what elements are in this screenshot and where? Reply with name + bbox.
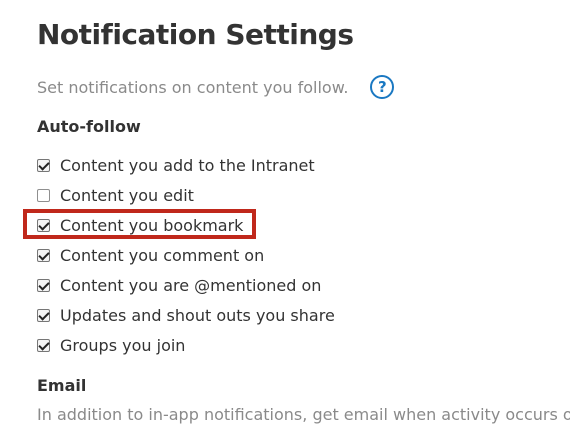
auto-follow-heading: Auto-follow [37,117,141,136]
auto-follow-item-content-bookmarked[interactable]: Content you bookmark [37,210,335,240]
checkbox[interactable] [37,278,50,292]
checkbox-label[interactable]: Content you are @mentioned on [60,276,321,295]
page-title: Notification Settings [37,18,354,51]
checkbox-label[interactable]: Content you comment on [60,246,264,265]
auto-follow-item-updates-shared[interactable]: Updates and shout outs you share [37,300,335,330]
email-heading: Email [37,376,87,395]
checkbox[interactable] [37,248,50,262]
checkbox-label[interactable]: Updates and shout outs you share [60,306,335,325]
checkbox[interactable] [37,158,50,172]
checkbox[interactable] [37,308,50,322]
email-description: In addition to in-app notifications, get… [37,405,570,424]
checkbox[interactable] [37,188,50,202]
checkbox[interactable] [37,338,50,352]
checkbox[interactable] [37,218,50,232]
auto-follow-item-content-commented[interactable]: Content you comment on [37,240,335,270]
checkbox-label[interactable]: Content you edit [60,186,194,205]
auto-follow-list: Content you add to the Intranet Content … [37,150,335,360]
auto-follow-item-content-edited[interactable]: Content you edit [37,180,335,210]
intro-row: Set notifications on content you follow.… [37,73,395,101]
checkbox-label[interactable]: Groups you join [60,336,185,355]
intro-text: Set notifications on content you follow. [37,77,349,97]
help-icon[interactable]: ? [370,75,395,99]
auto-follow-item-content-added[interactable]: Content you add to the Intranet [37,150,335,180]
checkbox-label[interactable]: Content you add to the Intranet [60,156,315,175]
auto-follow-item-groups-joined[interactable]: Groups you join [37,330,335,360]
auto-follow-item-mentioned[interactable]: Content you are @mentioned on [37,270,335,300]
checkbox-label[interactable]: Content you bookmark [60,216,243,235]
